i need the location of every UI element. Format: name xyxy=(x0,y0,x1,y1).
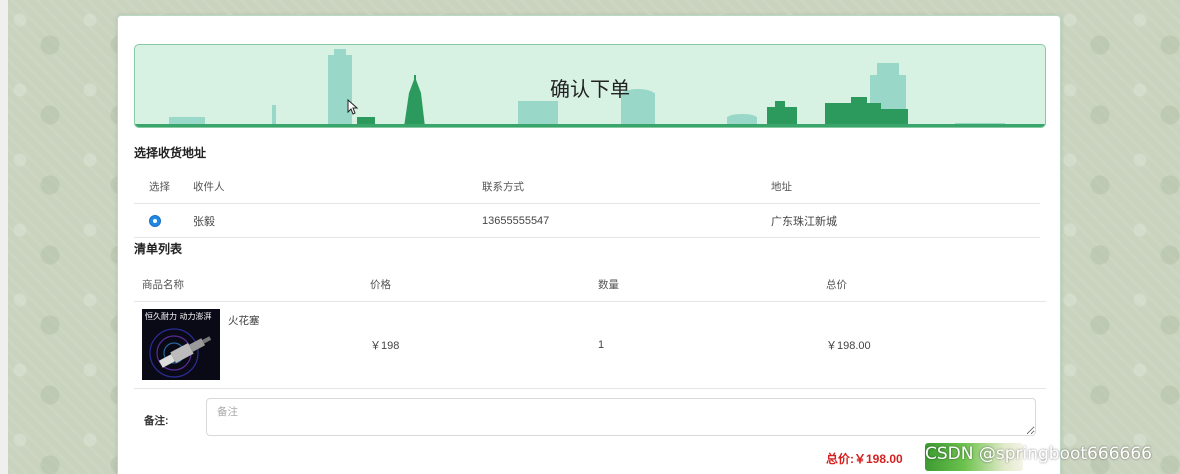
product-cell: 恒久耐力 动力澎湃 火花塞 xyxy=(142,302,260,388)
address-row[interactable]: 张毅 13655555547 广东珠江新城 xyxy=(134,204,1040,238)
product-name: 火花塞 xyxy=(228,315,260,327)
product-total: ￥198.00 xyxy=(826,340,871,352)
product-image-caption: 恒久耐力 动力澎湃 xyxy=(145,312,212,321)
remark-label: 备注: xyxy=(144,415,169,427)
column-header-receiver: 收件人 xyxy=(193,181,225,193)
column-header-price: 价格 xyxy=(370,279,391,291)
csdn-watermark: CSDN @springboot666666 xyxy=(925,444,1152,464)
page-banner: 确认下单 xyxy=(134,44,1046,128)
contact-phone: 13655555547 xyxy=(482,214,550,227)
receiver-name: 张毅 xyxy=(193,215,215,228)
column-header-address: 地址 xyxy=(771,181,792,193)
column-header-quantity: 数量 xyxy=(598,279,619,291)
remark-input[interactable] xyxy=(206,398,1036,436)
left-edge xyxy=(0,0,8,474)
address-select-radio[interactable] xyxy=(149,214,161,227)
order-total: 总价:￥198.00 xyxy=(826,452,903,466)
cart-item-row: 恒久耐力 动力澎湃 火花塞 ￥198 1 ￥198.00 xyxy=(134,302,1046,389)
cart-table-header: 商品名称 价格 数量 总价 xyxy=(134,268,1046,302)
column-header-product: 商品名称 xyxy=(142,279,184,291)
address-text: 广东珠江新城 xyxy=(771,215,837,228)
product-price: ￥198 xyxy=(370,340,400,352)
banner-base-line xyxy=(135,124,1045,127)
address-select-radio-cell[interactable] xyxy=(149,204,161,237)
address-section-title: 选择收货地址 xyxy=(134,146,207,160)
column-header-contact: 联系方式 xyxy=(482,181,524,193)
column-header-total: 总价 xyxy=(826,279,847,291)
mouse-cursor-icon xyxy=(347,99,359,115)
column-header-select: 选择 xyxy=(149,181,170,193)
page-title: 确认下单 xyxy=(550,77,630,101)
product-quantity: 1 xyxy=(598,339,605,351)
cart-section-title: 清单列表 xyxy=(134,242,183,256)
product-image: 恒久耐力 动力澎湃 xyxy=(142,309,220,380)
order-confirm-card: 确认下单 选择收货地址 选择 收件人 联系方式 地址 张毅 1365555554… xyxy=(117,15,1061,474)
address-table-header: 选择 收件人 联系方式 地址 xyxy=(134,170,1040,204)
